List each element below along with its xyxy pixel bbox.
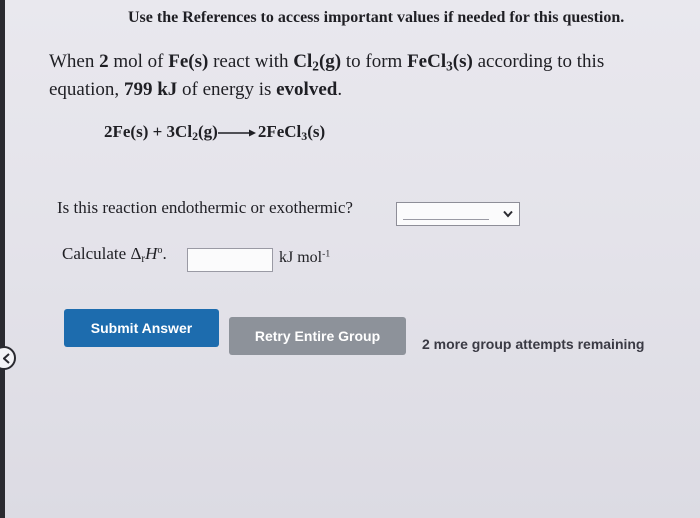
- references-note: Use the References to access important v…: [128, 9, 625, 26]
- attempts-remaining-text: 2 more group attempts remaining: [422, 336, 645, 352]
- reaction-arrow-icon: [217, 129, 256, 137]
- question-endo-exo: Is this reaction endothermic or exotherm…: [57, 198, 353, 217]
- enthalpy-unit: kJ mol-1: [279, 248, 331, 266]
- enthalpy-input[interactable]: [187, 248, 273, 272]
- endo-exo-select[interactable]: [396, 202, 520, 226]
- screen-left-edge: [0, 0, 5, 518]
- question-calculate-enthalpy: Calculate ΔrHo.: [62, 244, 167, 265]
- chevron-left-icon: [3, 353, 10, 364]
- submit-answer-button[interactable]: Submit Answer: [64, 309, 219, 347]
- chevron-down-icon: [503, 210, 513, 218]
- select-underline: [403, 219, 489, 220]
- retry-entire-group-button[interactable]: Retry Entire Group: [229, 317, 406, 355]
- problem-statement: When 2 mol of Fe(s) react with Cl2(g) to…: [49, 51, 605, 100]
- chemical-equation: 2Fe(s) + 3Cl2(g) 2FeCl3(s): [104, 122, 326, 143]
- collapse-side-button[interactable]: [0, 346, 16, 370]
